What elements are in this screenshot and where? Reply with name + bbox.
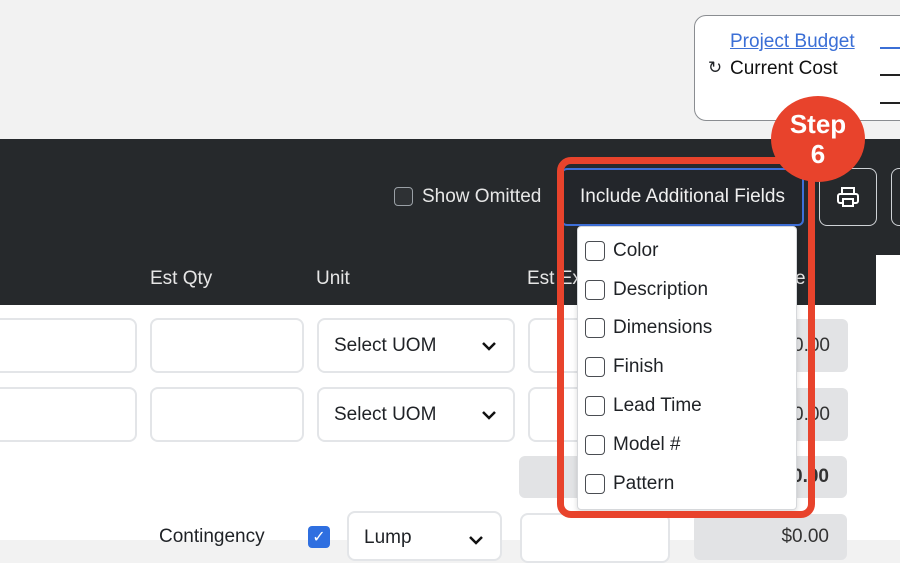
chevron-down-icon (482, 410, 496, 420)
row2-uom-value: Select UOM (334, 403, 437, 425)
current-cost-label: Current Cost (730, 58, 838, 79)
contingency-total: $0.00 (694, 514, 847, 560)
step-badge: Step 6 (771, 96, 865, 182)
contingency-uom-select[interactable]: Lump (347, 511, 502, 561)
scroll-gutter (876, 255, 900, 540)
printer-icon (837, 187, 859, 207)
project-budget-value (880, 29, 900, 49)
row2-uom-select[interactable]: Select UOM (317, 387, 515, 442)
step-highlight-frame (557, 157, 815, 518)
variance-value (880, 90, 900, 104)
step-number: 6 (810, 139, 826, 169)
chevron-down-icon (482, 341, 496, 351)
header-est-qty: Est Qty (150, 268, 213, 289)
contingency-ext-input[interactable] (520, 513, 670, 563)
show-omitted-label: Show Omitted (422, 186, 542, 207)
row1-uom-select[interactable]: Select UOM (317, 318, 515, 373)
refresh-icon[interactable]: ↻ (706, 59, 724, 77)
current-cost-value (880, 62, 900, 76)
more-button[interactable] (891, 168, 900, 226)
row2-qty-input[interactable] (150, 387, 304, 442)
contingency-checkbox[interactable]: ✓ (308, 526, 330, 548)
row2-name-input[interactable] (0, 387, 137, 442)
contingency-label: Contingency (159, 526, 265, 547)
row1-name-input[interactable] (0, 318, 137, 373)
chevron-down-icon (469, 536, 483, 545)
header-unit: Unit (316, 268, 350, 289)
show-omitted-checkbox[interactable] (394, 187, 413, 206)
contingency-uom-value: Lump (364, 527, 412, 548)
project-budget-link[interactable]: Project Budget (730, 31, 855, 53)
row1-qty-input[interactable] (150, 318, 304, 373)
row1-uom-value: Select UOM (334, 334, 437, 356)
step-label: Step (789, 109, 847, 139)
